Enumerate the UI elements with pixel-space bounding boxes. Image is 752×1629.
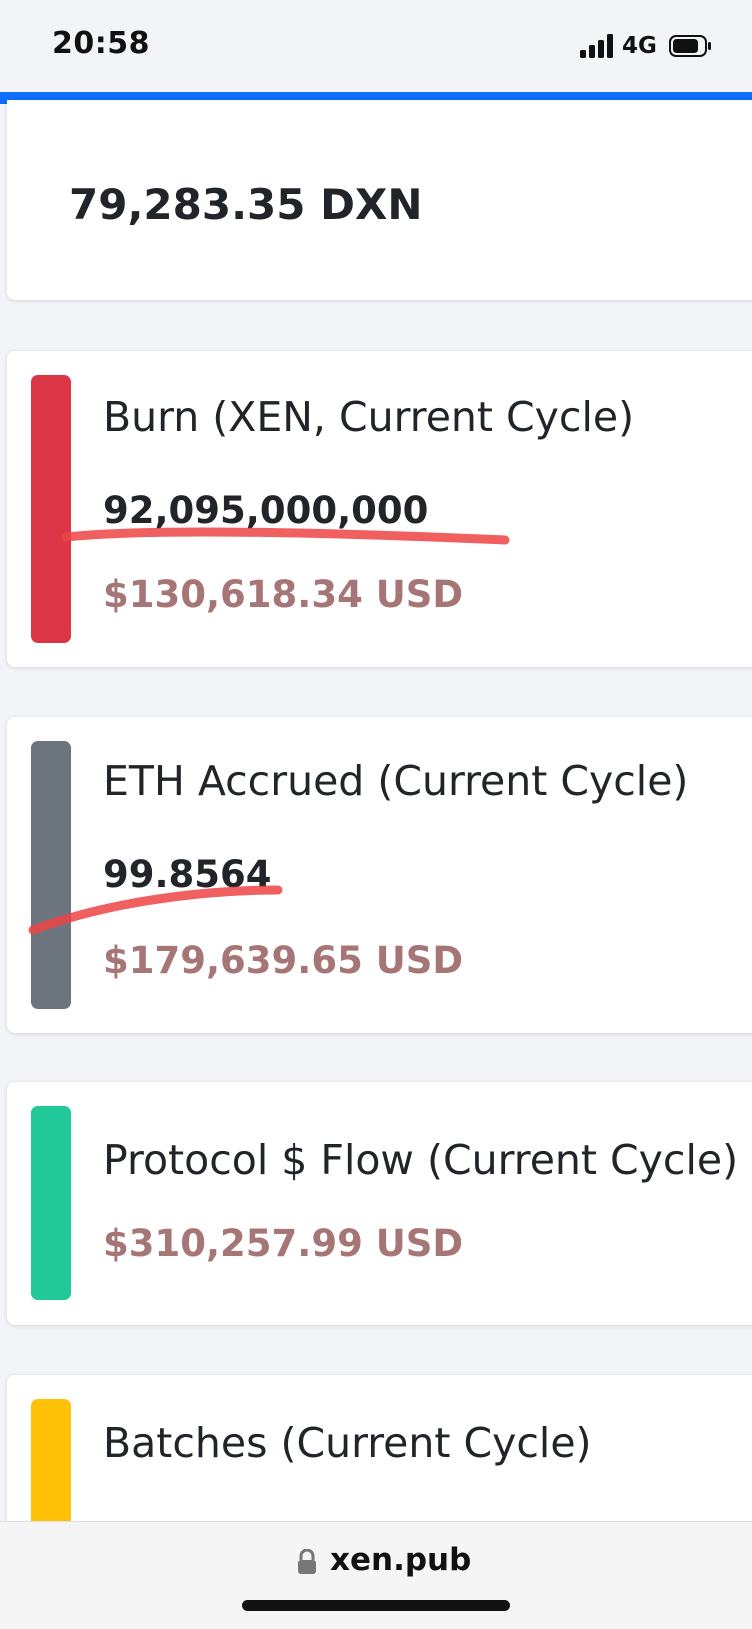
eth-stat-card: ETH Accrued (Current Cycle) 99.8564 $179…: [7, 717, 752, 1033]
battery-icon: [669, 35, 711, 57]
network-label: 4G: [622, 33, 657, 59]
flow-title: Protocol $ Flow (Current Cycle): [103, 1136, 739, 1184]
burn-title: Burn (XEN, Current Cycle): [103, 393, 635, 441]
flow-color-bar: [31, 1106, 71, 1300]
eth-color-bar: [31, 741, 71, 1009]
home-indicator[interactable]: [242, 1600, 510, 1611]
lock-icon: [298, 1549, 316, 1574]
eth-title: ETH Accrued (Current Cycle): [103, 757, 689, 805]
burn-value: 92,095,000,000: [103, 489, 429, 532]
eth-value: 99.8564: [103, 853, 272, 896]
flow-stat-card: Protocol $ Flow (Current Cycle) $310,257…: [7, 1082, 752, 1325]
balance-value: 79,283.35 DXN: [69, 180, 423, 229]
balance-card: 79,283.35 DXN: [7, 100, 752, 300]
url-text[interactable]: xen.pub: [330, 1542, 471, 1578]
burn-color-bar: [31, 375, 71, 643]
signal-icon: [580, 34, 618, 58]
app-screen: 20:58 4G 79,283.35 DXN Burn (XEN, Curren…: [0, 0, 752, 1629]
burn-stat-card: Burn (XEN, Current Cycle) 92,095,000,000…: [7, 351, 752, 667]
flow-usd-value: $310,257.99 USD: [103, 1222, 464, 1265]
status-bar: 20:58 4G: [0, 0, 752, 92]
eth-usd-value: $179,639.65 USD: [103, 939, 464, 982]
burn-usd-value: $130,618.34 USD: [103, 573, 464, 616]
status-time: 20:58: [52, 26, 150, 61]
batches-title: Batches (Current Cycle): [103, 1419, 592, 1467]
browser-address-bar[interactable]: xen.pub: [0, 1521, 752, 1629]
